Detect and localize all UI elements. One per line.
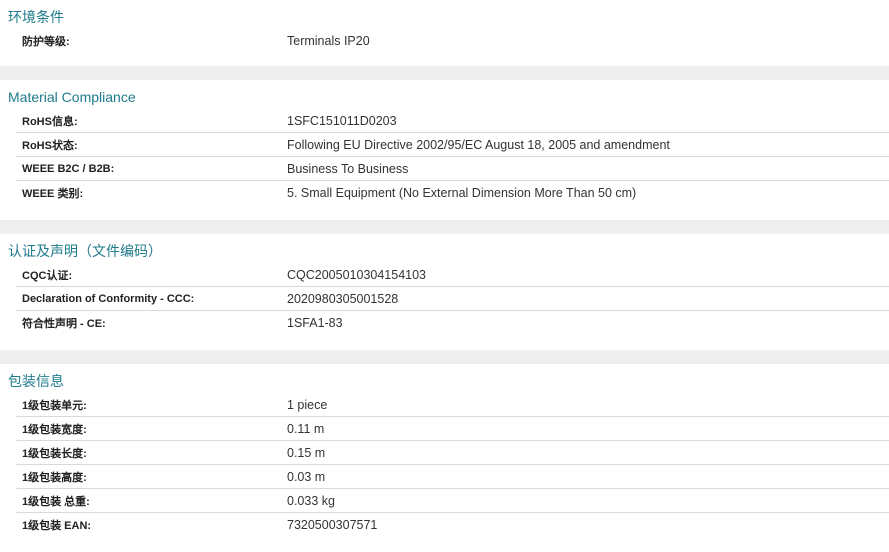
spec-label: RoHS信息: (22, 115, 78, 128)
spec-value: 1SFC151011D0203 (287, 113, 397, 128)
spec-label: Declaration of Conformity - CCC: (22, 292, 195, 305)
section-environment: 环境条件 防护等级: Terminals IP20 (0, 0, 889, 66)
spec-value: 7320500307571 (287, 518, 378, 532)
spec-value: 0.15 m (287, 445, 326, 460)
section-title: 包装信息 (8, 373, 64, 389)
spec-value: Terminals IP20 (287, 34, 370, 48)
spec-value: Business To Business (287, 161, 409, 176)
spec-row: 1级包装 EAN: 7320500307571 (16, 513, 889, 537)
spec-table: RoHS信息: 1SFC151011D0203 RoHS状态: Followin… (16, 109, 889, 205)
spec-row: 1级包装单元: 1 piece (16, 393, 889, 417)
spec-table: 防护等级: Terminals IP20 (16, 29, 889, 53)
spec-value: 0.03 m (287, 469, 326, 484)
spec-row: 1级包装宽度: 0.11 m (16, 417, 889, 441)
spec-value: CQC2005010304154103 (287, 267, 427, 282)
spec-row: WEEE 类别: 5. Small Equipment (No External… (16, 181, 889, 205)
spec-label: 1级包装 总重: (22, 495, 90, 508)
spec-value: Following EU Directive 2002/95/EC August… (287, 137, 670, 152)
spec-row: Declaration of Conformity - CCC: 2020980… (16, 287, 889, 311)
section-title: 环境条件 (8, 9, 64, 25)
spec-label: CQC认证: (22, 269, 73, 282)
spec-table: 1级包装单元: 1 piece 1级包装宽度: 0.11 m 1级包装长度: 0… (16, 393, 889, 537)
section-divider (0, 66, 889, 80)
section-divider (0, 220, 889, 234)
spec-row: WEEE B2C / B2B: Business To Business (16, 157, 889, 181)
spec-row: 1级包装 总重: 0.033 kg (16, 489, 889, 513)
section-packaging: 包装信息 1级包装单元: 1 piece 1级包装宽度: 0.11 m 1级包装… (0, 364, 889, 552)
spec-row: RoHS信息: 1SFC151011D0203 (16, 109, 889, 133)
spec-value: 0.11 m (287, 421, 325, 436)
spec-label: 1级包装长度: (22, 447, 87, 460)
spec-row: CQC认证: CQC2005010304154103 (16, 263, 889, 287)
spec-value: 1SFA1-83 (287, 316, 343, 330)
section-divider (0, 350, 889, 364)
spec-label: 符合性声明 - CE: (22, 318, 106, 330)
spec-row: 符合性声明 - CE: 1SFA1-83 (16, 311, 889, 335)
section-material-compliance: Material Compliance RoHS信息: 1SFC151011D0… (0, 80, 889, 220)
spec-label: 1级包装宽度: (22, 423, 87, 436)
section-title: Material Compliance (8, 89, 136, 105)
spec-label: 防护等级: (22, 36, 70, 48)
spec-value: 1 piece (287, 397, 328, 412)
spec-row: 防护等级: Terminals IP20 (16, 29, 889, 53)
section-certifications: 认证及声明（文件编码） CQC认证: CQC2005010304154103 D… (0, 234, 889, 350)
spec-label: RoHS状态: (22, 139, 78, 152)
section-title: 认证及声明（文件编码） (8, 243, 162, 259)
spec-label: WEEE B2C / B2B: (22, 162, 115, 175)
spec-label: WEEE 类别: (22, 188, 84, 200)
spec-value: 2020980305001528 (287, 291, 399, 306)
spec-value: 5. Small Equipment (No External Dimensio… (287, 186, 637, 200)
spec-label: 1级包装 EAN: (22, 520, 92, 532)
spec-row: RoHS状态: Following EU Directive 2002/95/E… (16, 133, 889, 157)
spec-page: 环境条件 防护等级: Terminals IP20 Material Compl… (0, 0, 889, 552)
spec-table: CQC认证: CQC2005010304154103 Declaration o… (16, 263, 889, 335)
spec-value: 0.033 kg (287, 493, 335, 508)
spec-label: 1级包装高度: (22, 471, 87, 484)
spec-row: 1级包装长度: 0.15 m (16, 441, 889, 465)
spec-row: 1级包装高度: 0.03 m (16, 465, 889, 489)
spec-label: 1级包装单元: (22, 399, 87, 412)
